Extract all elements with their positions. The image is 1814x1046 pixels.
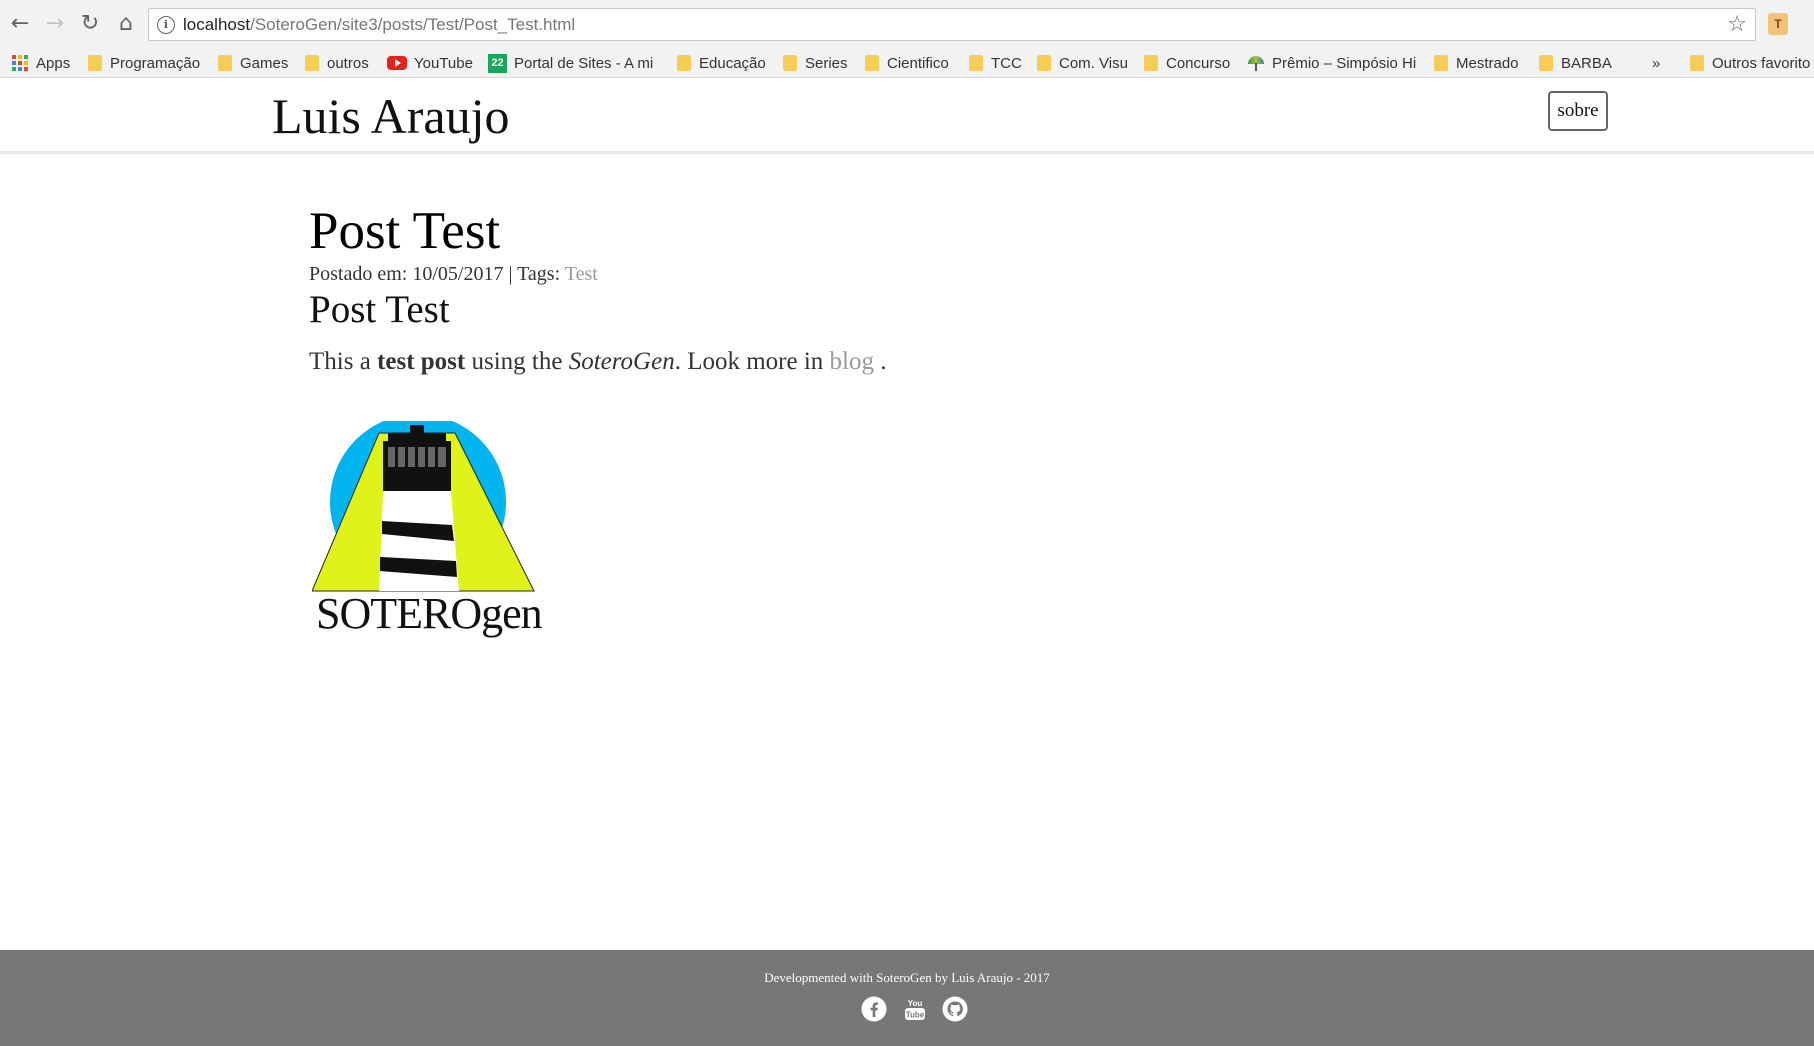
- bookmark-label: Com. Visu: [1059, 54, 1128, 72]
- bookmarks-overflow-button[interactable]: »: [1652, 48, 1660, 78]
- bookmark-games[interactable]: Games: [218, 48, 288, 78]
- bookmarks-bar: Apps Programação Games outros YouTube 22…: [0, 48, 1814, 78]
- bookmark-label: Games: [240, 54, 289, 72]
- tag-link[interactable]: Test: [565, 263, 598, 285]
- svg-text:Tube: Tube: [906, 1011, 925, 1020]
- bookmark-label: Outros favorito: [1712, 54, 1811, 72]
- folder-icon: [783, 55, 797, 71]
- portal-22-icon: 22: [488, 53, 507, 73]
- lighthouse-icon: [311, 414, 535, 592]
- bookmark-label: BARBA: [1561, 54, 1612, 72]
- folder-icon: [969, 55, 983, 71]
- bookmark-apps[interactable]: Apps: [12, 48, 70, 78]
- folder-icon: [677, 55, 691, 71]
- folder-icon: [1144, 55, 1158, 71]
- bookmark-mestrado[interactable]: Mestrado: [1434, 48, 1519, 78]
- post-meta: Postado em: 10/05/2017 | Tags: Test: [309, 262, 598, 286]
- bookmark-series[interactable]: Series: [783, 48, 848, 78]
- post-date-label: Postado em: 10/05/2017 | Tags:: [309, 263, 565, 285]
- web-page: Luis Araujo sobre Post Test Postado em: …: [0, 79, 1814, 1046]
- para-text: This a: [309, 348, 378, 375]
- post-paragraph: This a test post using the SoteroGen. Lo…: [309, 346, 887, 379]
- svg-text:You: You: [908, 999, 923, 1008]
- logo-text-main: SOTERO: [316, 589, 482, 638]
- url-text[interactable]: localhost/SoteroGen/site3/posts/Test/Pos…: [183, 15, 575, 35]
- bookmark-outros-favoritos[interactable]: Outros favorito: [1690, 48, 1814, 78]
- para-text: . Look more in: [674, 348, 830, 375]
- sobre-button[interactable]: sobre: [1548, 91, 1608, 131]
- folder-icon: [88, 55, 102, 71]
- url-host: localhost: [183, 15, 251, 34]
- folder-icon: [1434, 55, 1448, 71]
- forward-arrow-icon[interactable]: →: [41, 10, 69, 38]
- home-icon[interactable]: ⌂: [112, 10, 140, 38]
- url-path: /SoteroGen/site3/posts/Test/Post_Test.ht…: [250, 15, 576, 34]
- bookmark-barba[interactable]: BARBA: [1539, 48, 1612, 78]
- youtube-icon: [387, 56, 407, 70]
- info-icon[interactable]: i: [157, 16, 175, 34]
- bookmark-label: Series: [805, 54, 848, 72]
- back-arrow-icon[interactable]: ←: [6, 10, 34, 38]
- youtube-icon[interactable]: You Tube: [902, 996, 928, 1022]
- folder-icon: [305, 55, 319, 71]
- logo-roof: [388, 433, 446, 442]
- folder-icon: [1539, 55, 1553, 71]
- bookmark-label: Cientifico: [887, 54, 949, 72]
- site-header: Luis Araujo sobre: [0, 79, 1814, 154]
- para-bold: test post: [377, 348, 466, 375]
- bookmark-youtube[interactable]: YouTube: [387, 48, 473, 78]
- bookmark-label: Portal de Sites - A mi: [514, 54, 654, 72]
- folder-icon: [1690, 55, 1704, 71]
- folder-icon: [218, 55, 232, 71]
- extension-icon[interactable]: T: [1768, 13, 1788, 35]
- bookmark-label: Apps: [36, 54, 71, 72]
- site-footer: Developmented with SoteroGen by Luis Ara…: [0, 950, 1814, 1046]
- bookmark-programacao[interactable]: Programação: [88, 48, 200, 78]
- post-heading: Post Test: [309, 288, 450, 331]
- bookmark-label: Mestrado: [1456, 54, 1519, 72]
- overflow-chevron-icon: »: [1652, 54, 1661, 72]
- bookmark-label: Programação: [110, 54, 201, 72]
- facebook-icon[interactable]: [861, 996, 887, 1022]
- bookmark-concurso[interactable]: Concurso: [1144, 48, 1230, 78]
- bookmark-premio[interactable]: Prêmio – Simpósio Hi: [1247, 48, 1417, 78]
- premio-icon: [1247, 55, 1265, 71]
- bookmark-educacao[interactable]: Educação: [677, 48, 766, 78]
- para-text: .: [874, 348, 887, 375]
- bookmark-label: TCC: [991, 54, 1022, 72]
- star-icon[interactable]: ☆: [1727, 12, 1747, 37]
- browser-toolbar: ← → ↻ ⌂ i localhost/SoteroGen/site3/post…: [0, 0, 1814, 48]
- reload-icon[interactable]: ↻: [76, 10, 104, 38]
- bookmark-label: Prêmio – Simpósio Hi: [1272, 54, 1417, 72]
- para-italic: SoteroGen: [568, 348, 675, 375]
- bookmark-comvisu[interactable]: Com. Visu: [1037, 48, 1128, 78]
- folder-icon: [1037, 55, 1051, 71]
- bookmark-label: outros: [327, 54, 369, 72]
- apps-grid-icon: [12, 55, 28, 71]
- footer-credits: Developmented with SoteroGen by Luis Ara…: [764, 970, 1050, 985]
- bookmark-label: YouTube: [414, 54, 473, 72]
- logo-roof-top: [410, 425, 424, 434]
- post-title: Post Test: [309, 202, 501, 260]
- bookmark-label: Educação: [699, 54, 766, 72]
- blog-link[interactable]: blog: [830, 348, 874, 375]
- logo-text-small: gen: [481, 589, 543, 638]
- folder-icon: [865, 55, 879, 71]
- address-bar[interactable]: i localhost/SoteroGen/site3/posts/Test/P…: [148, 8, 1756, 41]
- bookmark-portal[interactable]: 22 Portal de Sites - A mi: [488, 48, 660, 78]
- bookmark-cientifico[interactable]: Cientifico: [865, 48, 949, 78]
- bookmark-outros[interactable]: outros: [305, 48, 369, 78]
- github-icon[interactable]: [942, 996, 968, 1022]
- soterogen-logo: SOTEROgen: [311, 414, 556, 646]
- site-title[interactable]: Luis Araujo: [272, 89, 509, 144]
- bookmark-tcc[interactable]: TCC: [969, 48, 1022, 78]
- logo-text: SOTEROgen: [316, 589, 543, 638]
- bookmark-label: Concurso: [1166, 54, 1231, 72]
- para-text: using the: [465, 348, 569, 375]
